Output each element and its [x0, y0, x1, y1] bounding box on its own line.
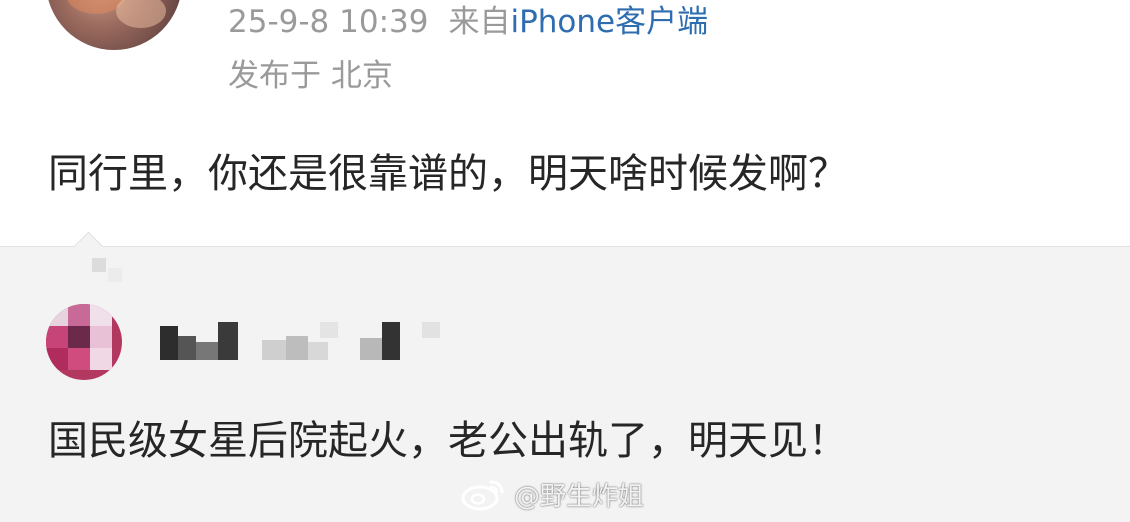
comment-text: 国民级女星后院起火，老公出轨了，明天见！: [48, 418, 848, 464]
watermark: @野生炸姐: [460, 472, 644, 516]
mosaic-blur: [92, 258, 126, 288]
post-text: 同行里，你还是很靠谱的，明天啥时候发啊？: [48, 151, 848, 197]
post-timestamp: 25-9-8 10:39: [228, 4, 429, 40]
post-source-prefix: 来自: [448, 4, 511, 40]
post-author-avatar[interactable]: [46, 0, 182, 50]
comment-author-avatar[interactable]: [46, 304, 122, 380]
post-location: 发布于 北京: [228, 58, 393, 94]
post-meta: 25-9-8 10:39 来自iPhone客户端: [228, 2, 708, 42]
weibo-icon: [460, 476, 506, 512]
post-source-device-link[interactable]: iPhone客户端: [510, 4, 708, 40]
post-card: 25-9-8 10:39 来自iPhone客户端 发布于 北京 同行里，你还是很靠…: [0, 0, 1130, 247]
watermark-text: @野生炸姐: [514, 481, 645, 512]
comment-author-name-blurred[interactable]: [160, 322, 450, 362]
